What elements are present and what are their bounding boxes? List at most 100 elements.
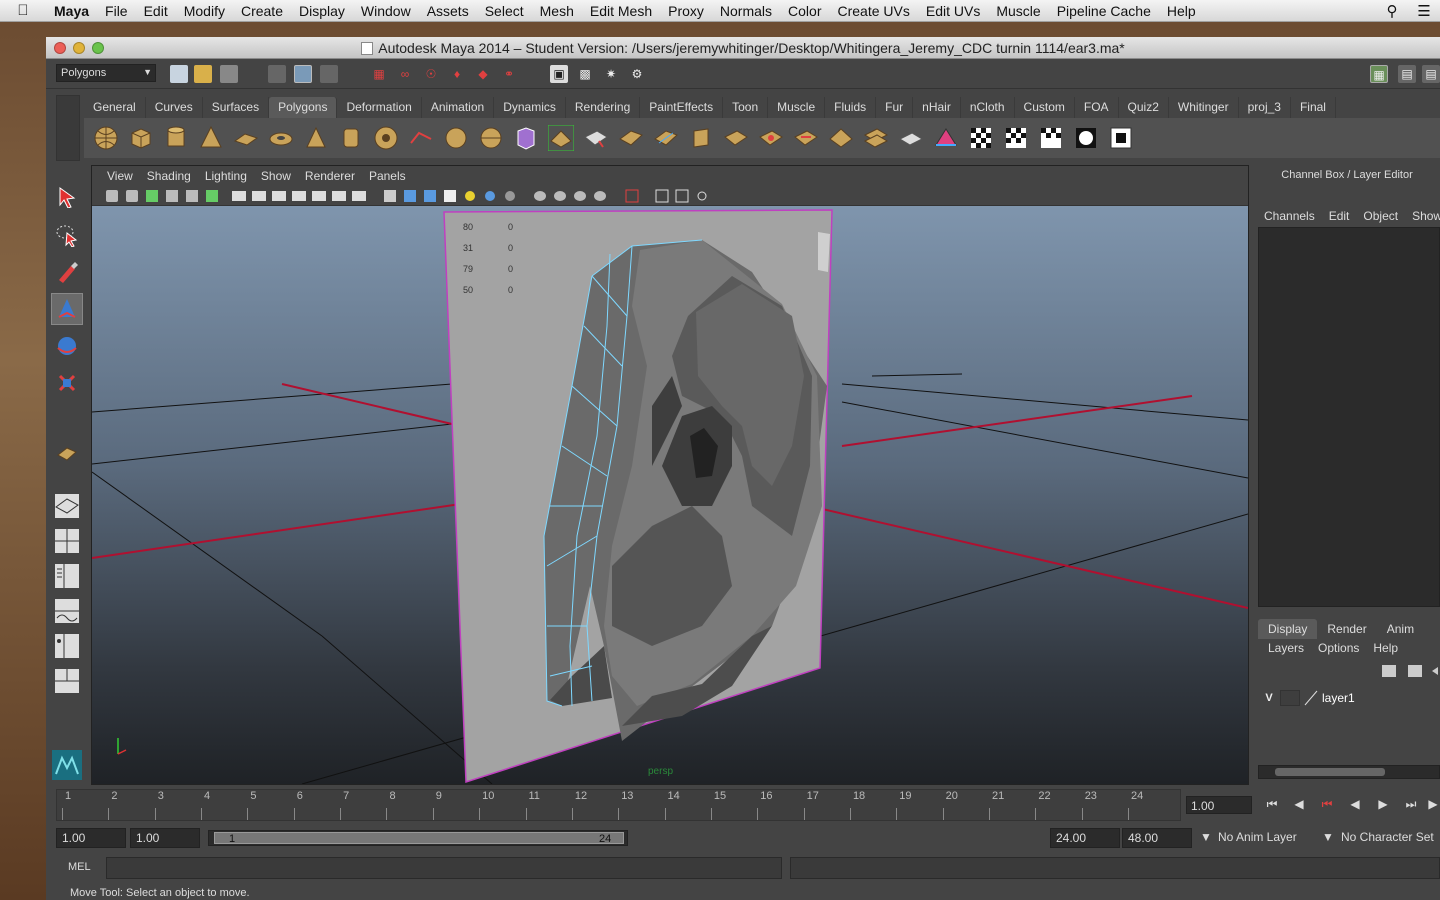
poly-platonic-icon[interactable] [512, 125, 539, 152]
tab-render[interactable]: Render [1317, 619, 1376, 639]
viewport-menu-view[interactable]: View [100, 169, 140, 183]
menu-pipeline-cache[interactable]: Pipeline Cache [1049, 3, 1159, 19]
collapse-icon[interactable] [827, 125, 854, 152]
ipr-render-icon[interactable]: ✷ [602, 65, 620, 83]
uv-checker-icon-1[interactable] [967, 125, 994, 152]
render-frame-icon[interactable]: ▩ [576, 65, 594, 83]
shelf-tab-muscle[interactable]: Muscle [768, 97, 826, 118]
layer-color-swatch[interactable] [1304, 690, 1318, 706]
rotate-tool-icon[interactable] [51, 330, 83, 362]
render-view-icon[interactable]: ▣ [550, 65, 568, 83]
poly-plane-icon[interactable] [232, 125, 259, 152]
animation-start-field[interactable]: 1.00 [56, 828, 126, 848]
merge-vertices-icon[interactable] [792, 125, 819, 152]
menu-modify[interactable]: Modify [176, 3, 233, 19]
paint-select-tool-icon[interactable] [51, 256, 83, 288]
layer-menu-layers[interactable]: Layers [1268, 641, 1304, 655]
spotlight-search-icon[interactable]: ⚲ [1376, 2, 1408, 20]
append-polygon-icon[interactable] [617, 125, 644, 152]
layout-outliner-icon[interactable] [51, 560, 83, 592]
layer-menu-options[interactable]: Options [1318, 641, 1359, 655]
character-set-dropdown-arrow[interactable]: ▼ [1322, 830, 1334, 844]
channel-box-menu-object[interactable]: Object [1363, 209, 1398, 223]
playback-end-field[interactable]: 24.00 [1050, 828, 1120, 848]
sculpt-geometry-icon[interactable] [932, 125, 959, 152]
tool-settings-icon[interactable]: ▤ [1422, 65, 1440, 83]
extract-icon[interactable] [897, 125, 924, 152]
snap-plane-icon[interactable]: ♦ [448, 65, 466, 83]
time-slider[interactable]: 1 2 3 4 5 6 7 8 9 10 11 12 13 14 15 16 17 18 19 20 21 22 23 24 [56, 789, 1181, 821]
separate-icon[interactable] [442, 125, 469, 152]
poly-torus-icon[interactable] [267, 125, 294, 152]
make-live-icon[interactable]: ⚭ [500, 65, 518, 83]
extrude-icon[interactable] [547, 125, 574, 152]
shelf-tab-proj-3[interactable]: proj_3 [1239, 97, 1291, 118]
menu-assets[interactable]: Assets [419, 3, 477, 19]
layer-buttons[interactable] [1380, 663, 1440, 679]
menu-edit[interactable]: Edit [136, 3, 176, 19]
shelf-tab-foa[interactable]: FOA [1075, 97, 1119, 118]
channel-box-menu-channels[interactable]: Channels [1264, 209, 1315, 223]
notification-list-icon[interactable]: ☰ [1408, 2, 1440, 20]
menu-create[interactable]: Create [233, 3, 291, 19]
channel-box-panel[interactable] [1258, 227, 1440, 607]
layout-four-icon[interactable] [51, 525, 83, 557]
viewport-menu-lighting[interactable]: Lighting [198, 169, 254, 183]
step-back-frame-button[interactable]: ⏮ [1316, 797, 1338, 815]
character-set-label[interactable]: No Character Set [1341, 830, 1434, 844]
uv-checker-icon-2[interactable] [1002, 125, 1029, 152]
menu-file[interactable]: File [97, 3, 136, 19]
uv-checker-icon-4[interactable] [1072, 125, 1099, 152]
shelf-tab-surfaces[interactable]: Surfaces [203, 97, 270, 118]
poly-cylinder-icon[interactable] [162, 125, 189, 152]
tab-display[interactable]: Display [1258, 619, 1318, 639]
poly-soccer-ball-icon[interactable] [372, 125, 399, 152]
menu-edit-mesh[interactable]: Edit Mesh [582, 3, 660, 19]
menu-normals[interactable]: Normals [712, 3, 780, 19]
menu-mesh[interactable]: Mesh [532, 3, 582, 19]
shelf-tab-nhair[interactable]: nHair [913, 97, 961, 118]
split-polygon-icon[interactable] [652, 125, 679, 152]
play-forwards-button[interactable]: ▶ [1372, 797, 1394, 815]
anim-layer-dropdown-arrow[interactable]: ▼ [1200, 830, 1212, 844]
select-hierarchy-icon[interactable] [268, 65, 286, 83]
attribute-editor-icon[interactable]: ▤ [1398, 65, 1416, 83]
shelf-tab-final[interactable]: Final [1291, 97, 1336, 118]
toggle-sidebar-icon[interactable]: ▦ [1370, 65, 1388, 83]
uv-checker-icon-3[interactable] [1037, 125, 1064, 152]
shelf-tab-toon[interactable]: Toon [723, 97, 769, 118]
menu-proxy[interactable]: Proxy [660, 3, 712, 19]
layer-playback-toggle[interactable] [1280, 690, 1300, 706]
menu-maya[interactable]: Maya [46, 3, 97, 19]
viewport-menu-panels[interactable]: Panels [362, 169, 413, 183]
poly-pipe-icon[interactable] [337, 125, 364, 152]
playback-start-field[interactable]: 1.00 [130, 828, 200, 848]
shelf-tab-dynamics[interactable]: Dynamics [494, 97, 566, 118]
offset-edge-loop-icon[interactable] [722, 125, 749, 152]
open-scene-icon[interactable] [194, 65, 212, 83]
layout-single-icon[interactable] [51, 490, 83, 522]
command-input[interactable] [106, 857, 782, 879]
step-forward-key-button[interactable]: ⏭ [1400, 797, 1422, 815]
channel-box-menu-edit[interactable]: Edit [1329, 209, 1350, 223]
menu-color[interactable]: Color [780, 3, 829, 19]
uv-checker-icon-5[interactable] [1107, 125, 1134, 152]
current-frame-field[interactable]: 1.00 [1186, 796, 1252, 814]
layer-menu-help[interactable]: Help [1373, 641, 1398, 655]
menu-set-dropdown[interactable]: Polygons ▼ [56, 64, 156, 82]
scrollbar-thumb[interactable] [1275, 768, 1385, 776]
menu-muscle[interactable]: Muscle [988, 3, 1048, 19]
layer-horizontal-scrollbar[interactable] [1258, 765, 1440, 779]
menu-create-uvs[interactable]: Create UVs [830, 3, 918, 19]
shelf-tab-general[interactable]: General [84, 97, 146, 118]
viewport-toolbar-icons[interactable] [92, 186, 732, 206]
layout-persp-graph-icon[interactable] [51, 665, 83, 697]
shelf-tab-custom[interactable]: Custom [1015, 97, 1075, 118]
snap-grid-icon[interactable]: ▦ [370, 65, 388, 83]
layer-name[interactable]: layer1 [1322, 691, 1355, 705]
menu-window[interactable]: Window [353, 3, 419, 19]
lasso-tool-icon[interactable] [51, 219, 83, 251]
smooth-icon[interactable] [477, 125, 504, 152]
snap-point-icon[interactable]: ☉ [422, 65, 440, 83]
select-object-icon[interactable] [294, 65, 312, 83]
